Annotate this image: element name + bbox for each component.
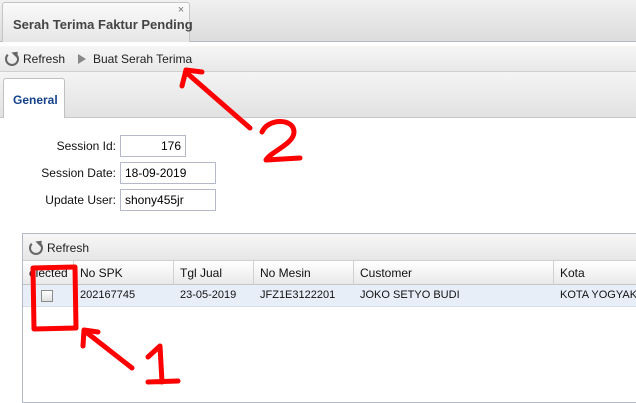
column-header-no-mesin[interactable]: No Mesin <box>254 261 354 285</box>
main-tab-bar: Serah Terima Faktur Pending × <box>0 0 636 42</box>
sub-tab-bar: General <box>0 72 636 118</box>
column-header-tgl-jual[interactable]: Tgl Jual <box>174 261 254 285</box>
tab-serah-terima-faktur-pending[interactable]: Serah Terima Faktur Pending × <box>2 2 193 42</box>
tab-title: Serah Terima Faktur Pending <box>13 17 193 32</box>
column-header-no-spk[interactable]: No SPK <box>74 261 174 285</box>
grid-refresh-label: Refresh <box>47 241 90 255</box>
annotation-number-2 <box>259 119 303 163</box>
cell-customer: JOKO SETYO BUDI <box>360 289 460 301</box>
column-header-customer[interactable]: Customer <box>354 261 554 285</box>
session-date-label: Session Date: <box>41 166 116 180</box>
close-icon[interactable]: × <box>175 5 187 17</box>
app-window: Serah Terima Faktur Pending × Refresh Bu… <box>0 0 636 403</box>
refresh-button-label: Refresh <box>23 52 66 66</box>
refresh-button[interactable]: Refresh <box>5 50 65 68</box>
column-header-selected[interactable]: elected <box>23 261 74 285</box>
session-id-field[interactable]: 176 <box>120 135 186 157</box>
column-header-kota[interactable]: Kota <box>554 261 636 285</box>
tab-general[interactable]: General <box>3 78 65 118</box>
buat-serah-terima-button[interactable]: Buat Serah Terima <box>74 50 192 68</box>
refresh-icon <box>5 52 19 66</box>
cell-tgl-jual: 23-05-2019 <box>180 289 237 301</box>
update-user-label: Update User: <box>45 193 116 207</box>
cell-kota: KOTA YOGYAKA <box>560 289 636 301</box>
grid-refresh-button[interactable]: Refresh <box>29 239 89 257</box>
cell-no-mesin: JFZ1E3122201 <box>260 289 336 301</box>
play-icon <box>78 54 86 64</box>
buat-serah-terima-label: Buat Serah Terima <box>93 52 193 66</box>
grid-toolbar: Refresh <box>23 234 636 261</box>
table-row[interactable]: 202167745 23-05-2019 JFZ1E3122201 JOKO S… <box>23 285 636 307</box>
grid-header: elected No SPK Tgl Jual No Mesin Custome… <box>23 261 636 285</box>
row-select-checkbox[interactable] <box>41 290 53 302</box>
main-toolbar: Refresh Buat Serah Terima <box>0 46 636 72</box>
row-select-cell <box>23 285 74 307</box>
session-id-label: Session Id: <box>56 139 116 153</box>
tab-general-label: General <box>13 93 58 107</box>
update-user-field[interactable]: shony455jr <box>120 189 216 211</box>
session-date-field[interactable]: 18-09-2019 <box>120 162 216 184</box>
cell-no-spk: 202167745 <box>80 289 136 301</box>
refresh-icon <box>29 241 43 255</box>
faktur-grid: Refresh elected No SPK Tgl Jual No Mesin… <box>22 233 636 403</box>
